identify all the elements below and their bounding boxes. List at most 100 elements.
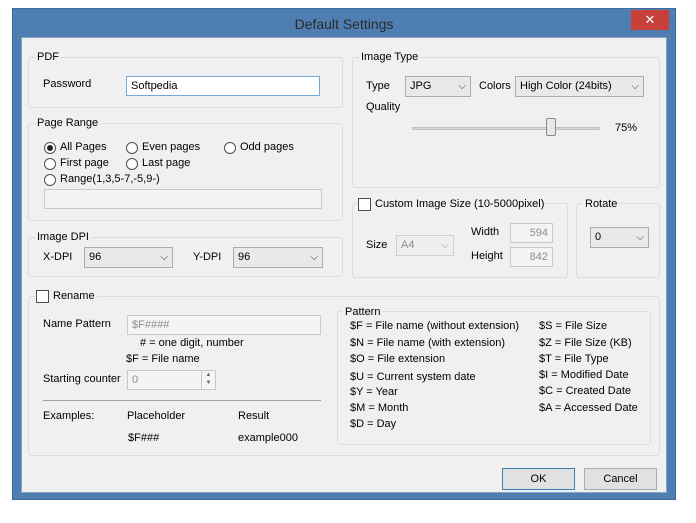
pattern-item: $I = Modified Date bbox=[539, 369, 629, 381]
x-dpi-value: 96 bbox=[89, 251, 102, 263]
y-dpi-select[interactable]: 96 ⌵ bbox=[233, 247, 323, 268]
spin-up-icon[interactable]: ▲ bbox=[202, 371, 215, 379]
quality-label: Quality bbox=[366, 101, 401, 113]
rotate-value: 0 bbox=[595, 231, 602, 243]
close-button[interactable]: ✕ bbox=[631, 10, 669, 30]
type-value: JPG bbox=[410, 80, 432, 92]
rename-checkbox[interactable] bbox=[36, 290, 49, 303]
name-pattern-label: Name Pattern bbox=[43, 318, 111, 330]
pattern-item: $O = File extension bbox=[350, 353, 446, 365]
first-page-radio[interactable]: First page bbox=[44, 157, 124, 171]
last-page-radio[interactable]: Last page bbox=[126, 157, 206, 171]
pattern-item: $D = Day bbox=[350, 418, 397, 430]
first-page-label: First page bbox=[60, 157, 109, 169]
size-label: Size bbox=[366, 239, 388, 251]
examples-label: Examples: bbox=[43, 410, 95, 422]
custom-size-checkbox[interactable] bbox=[358, 198, 371, 211]
placeholder-example: $F### bbox=[128, 432, 160, 444]
image-dpi-group-label: Image DPI bbox=[35, 231, 91, 243]
password-label: Password bbox=[43, 78, 92, 90]
chevron-down-icon: ⌵ bbox=[636, 232, 644, 243]
type-label: Type bbox=[366, 80, 390, 92]
quality-slider-thumb[interactable] bbox=[546, 118, 556, 136]
pattern-item: $A = Accessed Date bbox=[539, 402, 638, 414]
rename-toggle[interactable]: Rename bbox=[35, 290, 97, 304]
pattern-item: $Y = Year bbox=[350, 386, 398, 398]
even-pages-radio-button[interactable] bbox=[126, 142, 138, 154]
dialog-client-area: PDF Password Softpedia Page Range All Pa… bbox=[21, 37, 667, 493]
chevron-down-icon: ⌵ bbox=[441, 240, 449, 251]
y-dpi-value: 96 bbox=[238, 251, 251, 263]
pattern-item: $T = File Type bbox=[539, 353, 609, 365]
y-dpi-label: Y-DPI bbox=[193, 251, 222, 263]
rename-label: Rename bbox=[53, 290, 95, 302]
pattern-item: $N = File name (with extension) bbox=[350, 337, 505, 349]
colors-select[interactable]: High Color (24bits) ⌵ bbox=[515, 76, 644, 97]
custom-size-label: Custom Image Size (10-5000pixel) bbox=[375, 198, 545, 210]
spin-down-icon[interactable]: ▼ bbox=[202, 379, 215, 387]
starting-counter-input[interactable]: 0 ▲ ▼ bbox=[127, 370, 216, 390]
rotate-group-label: Rotate bbox=[583, 198, 620, 210]
pattern-item: $Z = File Size (KB) bbox=[539, 337, 632, 349]
x-dpi-label: X-DPI bbox=[43, 251, 73, 263]
last-page-label: Last page bbox=[142, 157, 191, 169]
quality-value: 75% bbox=[615, 122, 638, 134]
first-page-radio-button[interactable] bbox=[44, 158, 56, 170]
pattern-item: $F = File name (without extension) bbox=[350, 320, 520, 332]
chevron-down-icon: ⌵ bbox=[631, 81, 639, 92]
width-input[interactable]: 594 bbox=[510, 223, 553, 243]
type-select[interactable]: JPG ⌵ bbox=[405, 76, 471, 97]
result-example: example000 bbox=[238, 432, 298, 444]
x-dpi-select[interactable]: 96 ⌵ bbox=[84, 247, 173, 268]
even-pages-radio[interactable]: Even pages bbox=[126, 141, 216, 155]
image-type-group-label: Image Type bbox=[359, 51, 421, 63]
odd-pages-label: Odd pages bbox=[240, 141, 294, 153]
ok-button[interactable]: OK bbox=[502, 468, 575, 490]
custom-size-toggle[interactable]: Custom Image Size (10-5000pixel) bbox=[357, 198, 545, 212]
colors-label: Colors bbox=[479, 80, 511, 92]
file-name-hint: $F = File name bbox=[126, 353, 200, 365]
chevron-down-icon: ⌵ bbox=[310, 252, 318, 263]
rotate-select[interactable]: 0 ⌵ bbox=[590, 227, 649, 248]
pdf-group-label: PDF bbox=[35, 51, 61, 63]
cancel-button[interactable]: Cancel bbox=[584, 468, 657, 490]
size-select[interactable]: A4 ⌵ bbox=[396, 235, 454, 256]
title-bar[interactable]: Default Settings ✕ bbox=[13, 9, 675, 37]
last-page-radio-button[interactable] bbox=[126, 158, 138, 170]
close-icon: ✕ bbox=[644, 12, 656, 27]
even-pages-label: Even pages bbox=[142, 141, 201, 153]
all-pages-radio[interactable]: All Pages bbox=[44, 141, 134, 155]
dialog-window: Default Settings ✕ PDF Password Softpedi… bbox=[12, 8, 676, 500]
odd-pages-radio-button[interactable] bbox=[224, 142, 236, 154]
odd-pages-radio[interactable]: Odd pages bbox=[224, 141, 314, 155]
digit-hint: # = one digit, number bbox=[140, 337, 244, 349]
quality-slider[interactable] bbox=[412, 118, 600, 138]
result-header: Result bbox=[238, 410, 270, 422]
pattern-item: $S = File Size bbox=[539, 320, 608, 332]
window-title: Default Settings bbox=[294, 16, 394, 32]
range-label: Range(1,3,5-7,-5,9-) bbox=[60, 173, 160, 185]
all-pages-label: All Pages bbox=[60, 141, 107, 153]
width-label: Width bbox=[471, 226, 500, 238]
name-pattern-input[interactable]: $F#### bbox=[127, 315, 321, 335]
counter-spinner[interactable]: ▲ ▼ bbox=[201, 371, 215, 389]
quality-slider-track bbox=[412, 127, 600, 130]
chevron-down-icon: ⌵ bbox=[160, 252, 168, 263]
pattern-item: $U = Current system date bbox=[350, 371, 476, 383]
height-label: Height bbox=[471, 250, 503, 262]
placeholder-header: Placeholder bbox=[127, 410, 186, 422]
range-radio[interactable]: Range(1,3,5-7,-5,9-) bbox=[44, 173, 204, 187]
height-input[interactable]: 842 bbox=[510, 247, 553, 267]
size-value: A4 bbox=[401, 239, 415, 251]
colors-value: High Color (24bits) bbox=[520, 80, 612, 92]
examples-divider bbox=[43, 400, 321, 401]
password-input[interactable]: Softpedia bbox=[126, 76, 320, 96]
pattern-group-label: Pattern bbox=[343, 306, 383, 318]
range-input[interactable] bbox=[44, 189, 322, 209]
all-pages-radio-button[interactable] bbox=[44, 142, 56, 154]
chevron-down-icon: ⌵ bbox=[458, 81, 466, 92]
page-range-group-label: Page Range bbox=[35, 117, 101, 129]
pattern-item: $C = Created Date bbox=[539, 385, 632, 397]
range-radio-button[interactable] bbox=[44, 174, 56, 186]
starting-counter-value: 0 bbox=[132, 374, 139, 386]
